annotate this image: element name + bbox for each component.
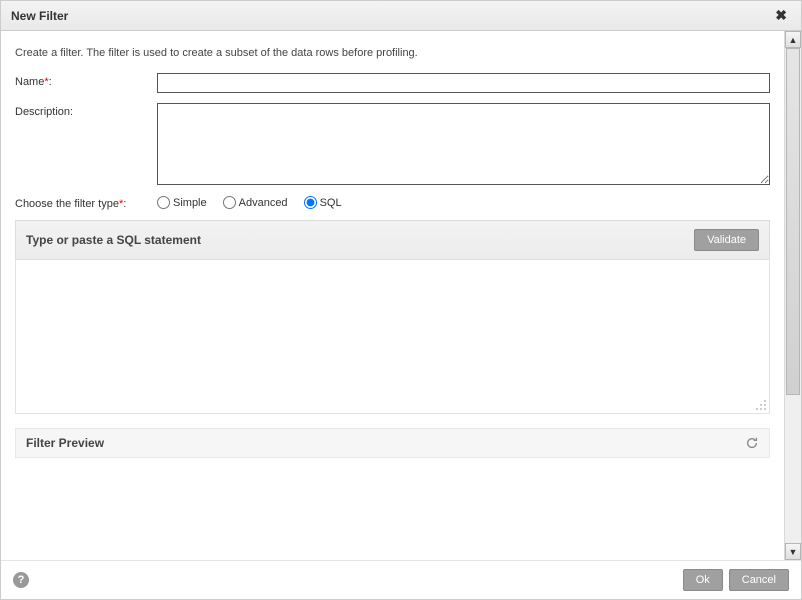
radio-advanced-input[interactable]: [223, 196, 236, 209]
cancel-button[interactable]: Cancel: [729, 569, 789, 591]
vertical-scrollbar[interactable]: ▲ ▼: [784, 31, 801, 560]
refresh-icon[interactable]: [745, 436, 759, 450]
dialog-footer: ? Ok Cancel: [1, 560, 801, 599]
radio-sql-label: SQL: [320, 197, 342, 209]
dialog-title: New Filter: [11, 9, 771, 23]
name-label-text: Name: [15, 76, 44, 88]
required-asterisk: *: [44, 76, 48, 88]
sql-textarea[interactable]: [15, 260, 770, 414]
radio-advanced-label: Advanced: [239, 197, 288, 209]
radio-simple-label: Simple: [173, 197, 207, 209]
filter-type-label: Choose the filter type*:: [15, 195, 157, 210]
scroll-up-button[interactable]: ▲: [785, 31, 801, 48]
ok-button[interactable]: Ok: [683, 569, 723, 591]
dialog-titlebar: New Filter ✖: [1, 1, 801, 31]
filter-type-label-text: Choose the filter type: [15, 198, 119, 210]
required-asterisk: *: [119, 198, 123, 210]
radio-sql[interactable]: SQL: [304, 196, 342, 209]
radio-simple[interactable]: Simple: [157, 196, 207, 209]
preview-section-title: Filter Preview: [26, 436, 745, 450]
sql-section-title: Type or paste a SQL statement: [26, 233, 694, 247]
close-icon[interactable]: ✖: [771, 7, 791, 24]
scroll-down-button[interactable]: ▼: [785, 543, 801, 560]
name-input[interactable]: [157, 73, 770, 93]
validate-button[interactable]: Validate: [694, 229, 759, 251]
radio-advanced[interactable]: Advanced: [223, 196, 288, 209]
help-icon[interactable]: ?: [13, 572, 29, 588]
name-label: Name*:: [15, 73, 157, 88]
scroll-thumb[interactable]: [786, 48, 800, 395]
resize-handle-icon[interactable]: [755, 399, 767, 411]
instruction-text: Create a filter. The filter is used to c…: [15, 47, 770, 59]
radio-sql-input[interactable]: [304, 196, 317, 209]
description-label: Description:: [15, 103, 157, 118]
description-textarea[interactable]: [157, 103, 770, 185]
sql-section-header: Type or paste a SQL statement Validate: [15, 220, 770, 260]
preview-section-header: Filter Preview: [15, 428, 770, 458]
scroll-track[interactable]: [785, 48, 801, 543]
radio-simple-input[interactable]: [157, 196, 170, 209]
